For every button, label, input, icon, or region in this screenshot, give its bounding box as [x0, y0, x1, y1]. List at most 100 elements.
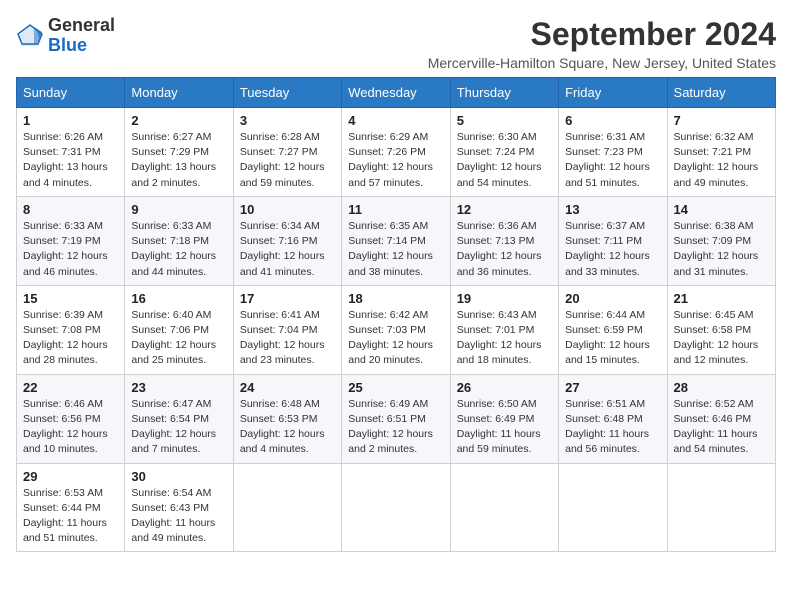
cell-week3-day0: 15 Sunrise: 6:39 AMSunset: 7:08 PMDaylig… — [17, 285, 125, 374]
logo-blue: Blue — [48, 35, 87, 55]
day-info: Sunrise: 6:54 AMSunset: 6:43 PMDaylight:… — [131, 487, 215, 545]
cell-week5-day1: 30 Sunrise: 6:54 AMSunset: 6:43 PMDaylig… — [125, 463, 233, 552]
day-info: Sunrise: 6:34 AMSunset: 7:16 PMDaylight:… — [240, 220, 325, 278]
col-thursday: Thursday — [450, 78, 558, 108]
day-info: Sunrise: 6:36 AMSunset: 7:13 PMDaylight:… — [457, 220, 542, 278]
col-saturday: Saturday — [667, 78, 775, 108]
day-info: Sunrise: 6:33 AMSunset: 7:18 PMDaylight:… — [131, 220, 216, 278]
cell-week5-day3 — [342, 463, 450, 552]
week-row-3: 15 Sunrise: 6:39 AMSunset: 7:08 PMDaylig… — [17, 285, 776, 374]
cell-week3-day2: 17 Sunrise: 6:41 AMSunset: 7:04 PMDaylig… — [233, 285, 341, 374]
cell-week2-day3: 11 Sunrise: 6:35 AMSunset: 7:14 PMDaylig… — [342, 196, 450, 285]
cell-week3-day4: 19 Sunrise: 6:43 AMSunset: 7:01 PMDaylig… — [450, 285, 558, 374]
cell-week5-day0: 29 Sunrise: 6:53 AMSunset: 6:44 PMDaylig… — [17, 463, 125, 552]
cell-week1-day1: 2 Sunrise: 6:27 AMSunset: 7:29 PMDayligh… — [125, 108, 233, 197]
cell-week3-day3: 18 Sunrise: 6:42 AMSunset: 7:03 PMDaylig… — [342, 285, 450, 374]
cell-week2-day4: 12 Sunrise: 6:36 AMSunset: 7:13 PMDaylig… — [450, 196, 558, 285]
day-info: Sunrise: 6:32 AMSunset: 7:21 PMDaylight:… — [674, 131, 759, 189]
col-monday: Monday — [125, 78, 233, 108]
cell-week5-day5 — [559, 463, 667, 552]
day-number: 11 — [348, 202, 443, 217]
cell-week5-day2 — [233, 463, 341, 552]
logo-wordmark: General Blue — [48, 16, 115, 56]
day-info: Sunrise: 6:53 AMSunset: 6:44 PMDaylight:… — [23, 487, 107, 545]
month-title: September 2024 — [428, 16, 776, 53]
logo-general: General — [48, 15, 115, 35]
cell-week3-day6: 21 Sunrise: 6:45 AMSunset: 6:58 PMDaylig… — [667, 285, 775, 374]
day-info: Sunrise: 6:47 AMSunset: 6:54 PMDaylight:… — [131, 398, 216, 456]
week-row-2: 8 Sunrise: 6:33 AMSunset: 7:19 PMDayligh… — [17, 196, 776, 285]
day-info: Sunrise: 6:31 AMSunset: 7:23 PMDaylight:… — [565, 131, 650, 189]
day-number: 14 — [674, 202, 769, 217]
day-number: 26 — [457, 380, 552, 395]
cell-week2-day6: 14 Sunrise: 6:38 AMSunset: 7:09 PMDaylig… — [667, 196, 775, 285]
cell-week1-day2: 3 Sunrise: 6:28 AMSunset: 7:27 PMDayligh… — [233, 108, 341, 197]
col-sunday: Sunday — [17, 78, 125, 108]
day-info: Sunrise: 6:43 AMSunset: 7:01 PMDaylight:… — [457, 309, 542, 367]
cell-week4-day6: 28 Sunrise: 6:52 AMSunset: 6:46 PMDaylig… — [667, 374, 775, 463]
cell-week4-day2: 24 Sunrise: 6:48 AMSunset: 6:53 PMDaylig… — [233, 374, 341, 463]
day-info: Sunrise: 6:46 AMSunset: 6:56 PMDaylight:… — [23, 398, 108, 456]
cell-week4-day3: 25 Sunrise: 6:49 AMSunset: 6:51 PMDaylig… — [342, 374, 450, 463]
day-info: Sunrise: 6:50 AMSunset: 6:49 PMDaylight:… — [457, 398, 541, 456]
cell-week3-day5: 20 Sunrise: 6:44 AMSunset: 6:59 PMDaylig… — [559, 285, 667, 374]
day-number: 27 — [565, 380, 660, 395]
day-number: 16 — [131, 291, 226, 306]
cell-week1-day5: 6 Sunrise: 6:31 AMSunset: 7:23 PMDayligh… — [559, 108, 667, 197]
day-number: 29 — [23, 469, 118, 484]
cell-week4-day4: 26 Sunrise: 6:50 AMSunset: 6:49 PMDaylig… — [450, 374, 558, 463]
day-info: Sunrise: 6:37 AMSunset: 7:11 PMDaylight:… — [565, 220, 650, 278]
cell-week1-day0: 1 Sunrise: 6:26 AMSunset: 7:31 PMDayligh… — [17, 108, 125, 197]
day-number: 1 — [23, 113, 118, 128]
day-number: 22 — [23, 380, 118, 395]
day-number: 24 — [240, 380, 335, 395]
page-header: General Blue September 2024 Mercerville-… — [16, 16, 776, 71]
cell-week4-day5: 27 Sunrise: 6:51 AMSunset: 6:48 PMDaylig… — [559, 374, 667, 463]
day-number: 12 — [457, 202, 552, 217]
cell-week3-day1: 16 Sunrise: 6:40 AMSunset: 7:06 PMDaylig… — [125, 285, 233, 374]
logo-icon — [16, 22, 44, 50]
day-info: Sunrise: 6:30 AMSunset: 7:24 PMDaylight:… — [457, 131, 542, 189]
day-number: 3 — [240, 113, 335, 128]
location-subtitle: Mercerville-Hamilton Square, New Jersey,… — [428, 55, 776, 71]
day-number: 25 — [348, 380, 443, 395]
cell-week1-day4: 5 Sunrise: 6:30 AMSunset: 7:24 PMDayligh… — [450, 108, 558, 197]
logo: General Blue — [16, 16, 115, 56]
day-number: 9 — [131, 202, 226, 217]
col-friday: Friday — [559, 78, 667, 108]
day-number: 15 — [23, 291, 118, 306]
col-tuesday: Tuesday — [233, 78, 341, 108]
calendar-header: Sunday Monday Tuesday Wednesday Thursday… — [17, 78, 776, 108]
day-info: Sunrise: 6:38 AMSunset: 7:09 PMDaylight:… — [674, 220, 759, 278]
cell-week4-day0: 22 Sunrise: 6:46 AMSunset: 6:56 PMDaylig… — [17, 374, 125, 463]
day-info: Sunrise: 6:44 AMSunset: 6:59 PMDaylight:… — [565, 309, 650, 367]
header-row: Sunday Monday Tuesday Wednesday Thursday… — [17, 78, 776, 108]
cell-week5-day6 — [667, 463, 775, 552]
title-area: September 2024 Mercerville-Hamilton Squa… — [428, 16, 776, 71]
day-number: 21 — [674, 291, 769, 306]
day-info: Sunrise: 6:48 AMSunset: 6:53 PMDaylight:… — [240, 398, 325, 456]
day-info: Sunrise: 6:51 AMSunset: 6:48 PMDaylight:… — [565, 398, 649, 456]
day-info: Sunrise: 6:29 AMSunset: 7:26 PMDaylight:… — [348, 131, 433, 189]
day-info: Sunrise: 6:26 AMSunset: 7:31 PMDaylight:… — [23, 131, 108, 189]
day-info: Sunrise: 6:27 AMSunset: 7:29 PMDaylight:… — [131, 131, 216, 189]
cell-week4-day1: 23 Sunrise: 6:47 AMSunset: 6:54 PMDaylig… — [125, 374, 233, 463]
day-number: 6 — [565, 113, 660, 128]
cell-week1-day3: 4 Sunrise: 6:29 AMSunset: 7:26 PMDayligh… — [342, 108, 450, 197]
day-number: 13 — [565, 202, 660, 217]
day-info: Sunrise: 6:52 AMSunset: 6:46 PMDaylight:… — [674, 398, 758, 456]
cell-week2-day0: 8 Sunrise: 6:33 AMSunset: 7:19 PMDayligh… — [17, 196, 125, 285]
day-info: Sunrise: 6:42 AMSunset: 7:03 PMDaylight:… — [348, 309, 433, 367]
col-wednesday: Wednesday — [342, 78, 450, 108]
day-number: 7 — [674, 113, 769, 128]
day-number: 10 — [240, 202, 335, 217]
week-row-1: 1 Sunrise: 6:26 AMSunset: 7:31 PMDayligh… — [17, 108, 776, 197]
day-number: 2 — [131, 113, 226, 128]
cell-week1-day6: 7 Sunrise: 6:32 AMSunset: 7:21 PMDayligh… — [667, 108, 775, 197]
day-number: 4 — [348, 113, 443, 128]
day-number: 20 — [565, 291, 660, 306]
day-number: 19 — [457, 291, 552, 306]
cell-week2-day2: 10 Sunrise: 6:34 AMSunset: 7:16 PMDaylig… — [233, 196, 341, 285]
day-info: Sunrise: 6:40 AMSunset: 7:06 PMDaylight:… — [131, 309, 216, 367]
day-info: Sunrise: 6:41 AMSunset: 7:04 PMDaylight:… — [240, 309, 325, 367]
